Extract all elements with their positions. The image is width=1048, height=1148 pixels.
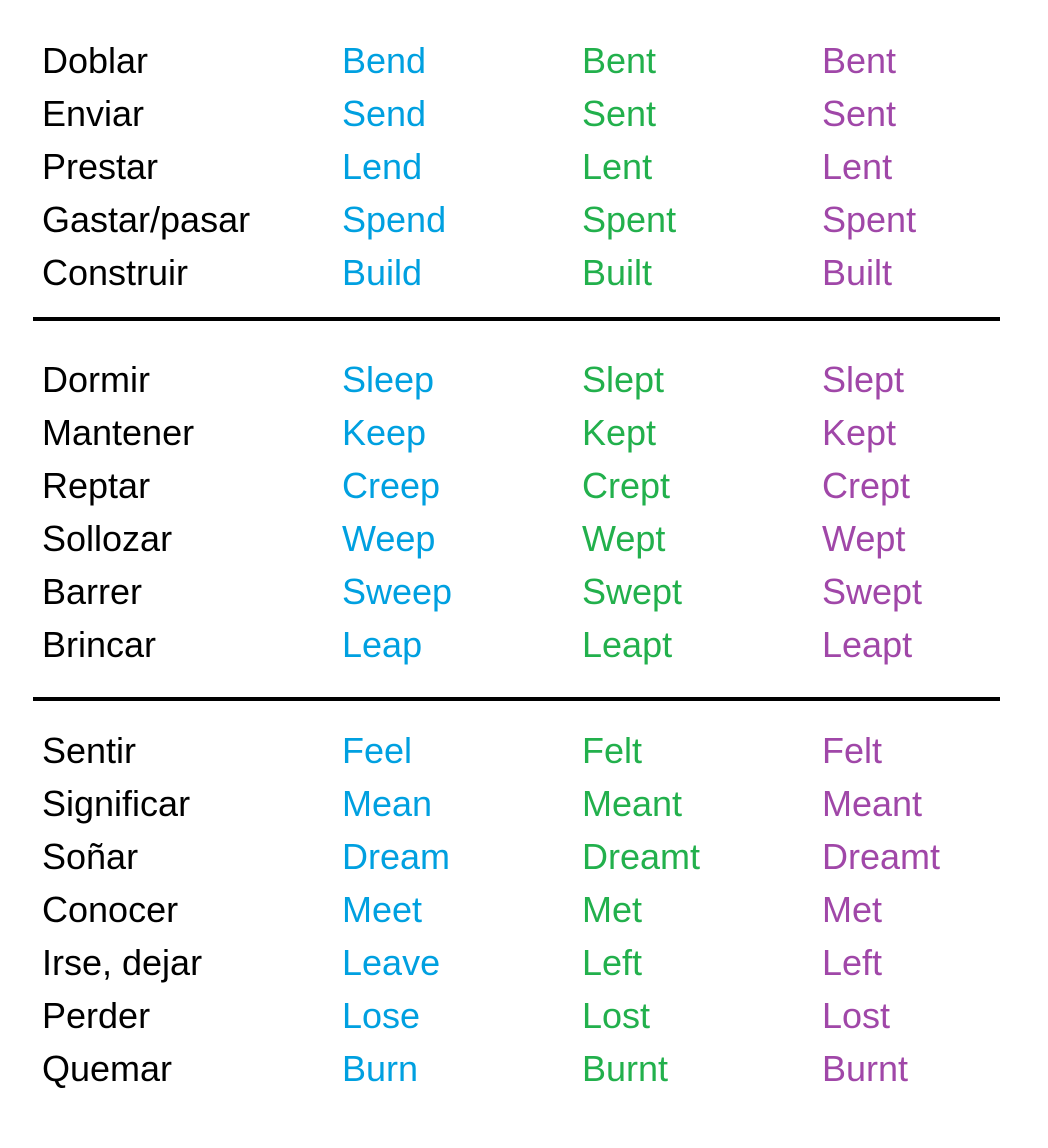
base-form: Send	[342, 93, 427, 134]
base-form: Weep	[342, 518, 436, 559]
past-participle: Burnt	[822, 1048, 909, 1089]
verb-row: Perder Lose Lost Lost	[0, 989, 1048, 1042]
past-simple: Spent	[582, 199, 677, 240]
verb-row: Irse, dejar Leave Left Left	[0, 936, 1048, 989]
past-participle: Met	[822, 889, 883, 930]
spanish-verb: Sollozar	[42, 518, 173, 559]
past-participle: Leapt	[822, 624, 913, 665]
verb-row: Brincar Leap Leapt Leapt	[0, 618, 1048, 671]
base-form: Sleep	[342, 359, 435, 400]
base-form: Keep	[342, 412, 427, 453]
section-divider	[33, 317, 1000, 321]
spanish-verb: Significar	[42, 783, 191, 824]
base-form: Dream	[342, 836, 451, 877]
spanish-verb: Brincar	[42, 624, 157, 665]
past-participle: Lent	[822, 146, 893, 187]
past-simple: Sent	[582, 93, 657, 134]
verb-row: Barrer Sweep Swept Swept	[0, 565, 1048, 618]
past-participle: Sent	[822, 93, 897, 134]
verb-row: Construir Build Built Built	[0, 246, 1048, 299]
base-form: Feel	[342, 730, 413, 771]
verb-row: Gastar/pasar Spend Spent Spent	[0, 193, 1048, 246]
past-simple: Lent	[582, 146, 653, 187]
spanish-verb: Gastar/pasar	[42, 199, 251, 240]
spanish-verb: Prestar	[42, 146, 159, 187]
past-simple: Burnt	[582, 1048, 669, 1089]
past-simple: Bent	[582, 40, 657, 81]
verb-row: Soñar Dream Dreamt Dreamt	[0, 830, 1048, 883]
verb-row: Prestar Lend Lent Lent	[0, 140, 1048, 193]
base-form: Leave	[342, 942, 441, 983]
spanish-verb: Perder	[42, 995, 151, 1036]
past-participle: Crept	[822, 465, 911, 506]
past-participle: Swept	[822, 571, 923, 612]
past-participle: Felt	[822, 730, 883, 771]
past-simple: Leapt	[582, 624, 673, 665]
base-form: Meet	[342, 889, 423, 930]
base-form: Bend	[342, 40, 427, 81]
past-participle: Bent	[822, 40, 897, 81]
base-form: Leap	[342, 624, 423, 665]
past-simple: Slept	[582, 359, 665, 400]
past-simple: Built	[582, 252, 653, 293]
base-form: Sweep	[342, 571, 453, 612]
past-simple: Swept	[582, 571, 683, 612]
spanish-verb: Quemar	[42, 1048, 173, 1089]
verb-row: Reptar Creep Crept Crept	[0, 459, 1048, 512]
section-divider	[33, 697, 1000, 701]
verb-row: Enviar Send Sent Sent	[0, 87, 1048, 140]
verb-row: Sentir Feel Felt Felt	[0, 724, 1048, 777]
base-form: Build	[342, 252, 423, 293]
base-form: Burn	[342, 1048, 419, 1089]
spanish-verb: Barrer	[42, 571, 143, 612]
verb-row: Dormir Sleep Slept Slept	[0, 353, 1048, 406]
past-simple: Left	[582, 942, 643, 983]
spanish-verb: Mantener	[42, 412, 195, 453]
verb-row: Doblar Bend Bent Bent	[0, 34, 1048, 87]
past-participle: Kept	[822, 412, 897, 453]
past-simple: Dreamt	[582, 836, 701, 877]
past-participle: Spent	[822, 199, 917, 240]
spanish-verb: Dormir	[42, 359, 150, 400]
past-participle: Lost	[822, 995, 891, 1036]
past-simple: Lost	[582, 995, 651, 1036]
spanish-verb: Enviar	[42, 93, 145, 134]
spanish-verb: Reptar	[42, 465, 151, 506]
past-simple: Met	[582, 889, 643, 930]
verb-group-3: Sentir Feel Felt Felt Significar Mean Me…	[0, 724, 1048, 1095]
verb-row: Quemar Burn Burnt Burnt	[0, 1042, 1048, 1095]
past-simple: Felt	[582, 730, 643, 771]
base-form: Creep	[342, 465, 441, 506]
base-form: Mean	[342, 783, 433, 824]
past-simple: Crept	[582, 465, 671, 506]
past-participle: Meant	[822, 783, 923, 824]
spanish-verb: Doblar	[42, 40, 149, 81]
past-simple: Meant	[582, 783, 683, 824]
past-participle: Slept	[822, 359, 905, 400]
past-simple: Kept	[582, 412, 657, 453]
past-participle: Built	[822, 252, 893, 293]
spanish-verb: Soñar	[42, 836, 139, 877]
base-form: Lend	[342, 146, 423, 187]
spanish-verb: Construir	[42, 252, 189, 293]
past-simple: Wept	[582, 518, 666, 559]
verb-table: Doblar Bend Bent Bent Enviar Send Sent S…	[0, 0, 1048, 1148]
verb-row: Sollozar Weep Wept Wept	[0, 512, 1048, 565]
past-participle: Wept	[822, 518, 906, 559]
past-participle: Dreamt	[822, 836, 941, 877]
verb-row: Significar Mean Meant Meant	[0, 777, 1048, 830]
spanish-verb: Conocer	[42, 889, 179, 930]
spanish-verb: Irse, dejar	[42, 942, 203, 983]
spanish-verb: Sentir	[42, 730, 137, 771]
verb-row: Conocer Meet Met Met	[0, 883, 1048, 936]
base-form: Spend	[342, 199, 447, 240]
past-participle: Left	[822, 942, 883, 983]
verb-row: Mantener Keep Kept Kept	[0, 406, 1048, 459]
verb-group-1: Doblar Bend Bent Bent Enviar Send Sent S…	[0, 34, 1048, 299]
verb-group-2: Dormir Sleep Slept Slept Mantener Keep K…	[0, 353, 1048, 671]
base-form: Lose	[342, 995, 421, 1036]
